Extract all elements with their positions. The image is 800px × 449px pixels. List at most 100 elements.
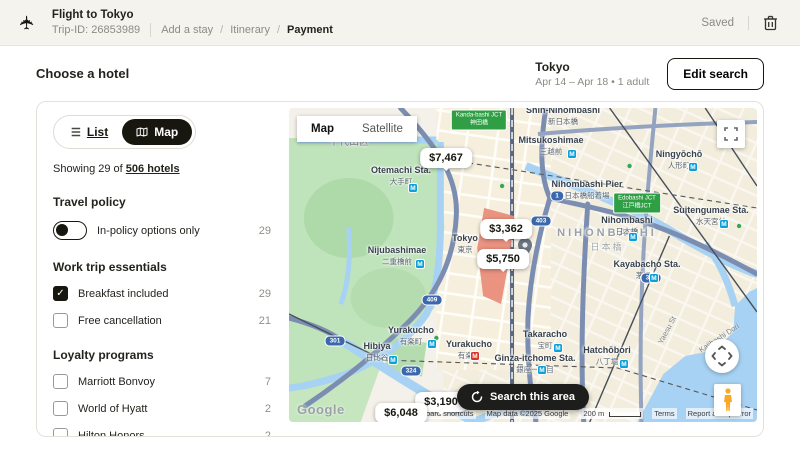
station-badge: M <box>649 273 659 283</box>
breadcrumb-item-add-a-stay[interactable]: Add a stay <box>161 24 213 36</box>
loyalty-list: Marriott Bonvoy7World of Hyatt2Hilton Ho… <box>53 374 271 437</box>
search-summary: Tokyo Apr 14 – Apr 18 • 1 adult <box>535 60 649 88</box>
pegman-icon <box>722 388 734 412</box>
map-type-satellite[interactable]: Satellite <box>348 116 417 142</box>
essentials-heading: Work trip essentials <box>53 260 271 274</box>
junction-sign-line: 江戸橋JCT <box>618 203 656 211</box>
filter-row[interactable]: World of Hyatt 2 <box>53 401 271 416</box>
price-pin[interactable]: $6,048 <box>375 403 427 422</box>
map-view-button[interactable]: Map <box>122 119 192 145</box>
filter-label: Breakfast included <box>78 288 249 300</box>
trip-meta: Flight to Tokyo Trip-ID: 26853989 Add a … <box>52 9 333 37</box>
policy-toggle[interactable] <box>53 221 87 240</box>
station-badge: M <box>427 339 437 349</box>
search-location: Tokyo <box>535 60 649 74</box>
pan-control[interactable] <box>705 339 739 373</box>
fullscreen-icon <box>724 127 738 141</box>
results-card: ☰ List Map Showing 29 of 506 hotels Trav… <box>36 101 764 437</box>
price-pin[interactable]: $7,467 <box>420 148 472 168</box>
results-count: Showing 29 of 506 hotels <box>53 163 271 175</box>
route-shield: 301 <box>325 336 346 347</box>
map-container[interactable]: Chiyoda City千代田区NIHONBASHI日本橋GINZAOtemac… <box>289 108 757 422</box>
airplane-icon: ✈ <box>18 15 37 31</box>
station-badge: M <box>628 232 638 242</box>
route-shield: 324 <box>401 366 422 377</box>
station-badge: M <box>553 343 563 353</box>
filter-row[interactable]: Hilton Honors 2 <box>53 428 271 437</box>
filter-row[interactable]: Breakfast included 29 <box>53 286 271 301</box>
trip-title: Flight to Tokyo <box>52 9 333 21</box>
station-badge: M <box>619 359 629 369</box>
essentials-list: Breakfast included 29 Free cancellation 21 <box>53 286 271 328</box>
google-logo: Google <box>297 402 345 417</box>
station-badge: M <box>415 259 425 269</box>
travel-policy-heading: Travel policy <box>53 195 271 209</box>
list-view-button[interactable]: ☰ List <box>57 119 122 145</box>
junction-sign: Kanda-bashi JCT神田橋 <box>451 110 507 131</box>
junction-sign: Edobashi JCT江戸橋JCT <box>613 193 661 214</box>
filter-row[interactable]: Marriott Bonvoy 7 <box>53 374 271 389</box>
map-type-control: Map Satellite <box>297 116 417 142</box>
map-type-map[interactable]: Map <box>297 116 348 142</box>
view-toggle: ☰ List Map <box>53 115 196 149</box>
breadcrumb-item-itinerary[interactable]: Itinerary <box>230 24 270 36</box>
breadcrumb-separator: / <box>277 24 280 36</box>
filter-count: 7 <box>265 376 271 388</box>
pegman-control[interactable] <box>714 384 741 416</box>
list-icon: ☰ <box>71 126 81 139</box>
filter-count: 29 <box>259 288 271 300</box>
filter-row[interactable]: Free cancellation 21 <box>53 313 271 328</box>
junction-sign-line: 神田橋 <box>456 120 502 128</box>
page-title: Choose a hotel <box>36 66 129 81</box>
search-this-area-button[interactable]: Search this area <box>457 384 589 410</box>
loyalty-heading: Loyalty programs <box>53 348 271 362</box>
trash-icon[interactable] <box>763 15 778 31</box>
junction-sign-line: Kanda-bashi JCT <box>456 113 502 121</box>
station-badge: M <box>470 351 480 361</box>
route-shield: 409 <box>422 295 443 306</box>
page-header: Choose a hotel Tokyo Apr 14 – Apr 18 • 1… <box>0 46 800 101</box>
hotels-count-link[interactable]: 506 hotels <box>126 163 180 175</box>
route-shield: 403 <box>531 216 552 227</box>
divider <box>150 23 151 37</box>
station-badge: M <box>537 365 547 375</box>
fullscreen-button[interactable] <box>717 120 745 148</box>
edit-search-button[interactable]: Edit search <box>667 58 764 90</box>
search-dates: Apr 14 – Apr 18 • 1 adult <box>535 76 649 88</box>
terms-link[interactable]: Terms <box>652 408 676 419</box>
checkbox-icon[interactable] <box>53 313 68 328</box>
price-pin[interactable]: $3,362 <box>480 219 532 239</box>
filters-panel: ☰ List Map Showing 29 of 506 hotels Trav… <box>37 102 289 436</box>
price-pin[interactable]: $5,750 <box>477 249 529 269</box>
checkbox-icon[interactable] <box>53 401 68 416</box>
top-bar: ✈ Flight to Tokyo Trip-ID: 26853989 Add … <box>0 0 800 46</box>
saved-status: Saved <box>701 17 734 29</box>
station-badge: M <box>408 183 418 193</box>
pan-arrows-icon <box>711 345 733 367</box>
map-scale: 200 m <box>579 408 643 419</box>
checkbox-icon[interactable] <box>53 428 68 437</box>
station-badge: M <box>388 355 398 365</box>
divider <box>748 16 749 30</box>
refresh-icon <box>471 391 483 403</box>
filter-label: World of Hyatt <box>78 403 255 415</box>
filter-count: 21 <box>259 315 271 327</box>
trip-id: Trip-ID: 26853989 <box>52 24 140 36</box>
filter-label: Marriott Bonvoy <box>78 376 255 388</box>
map-icon <box>136 126 148 138</box>
station-badge: M <box>567 149 577 159</box>
breadcrumb-item-payment[interactable]: Payment <box>287 24 333 36</box>
filter-count: 2 <box>265 430 271 438</box>
station-badge: M <box>688 162 698 172</box>
junction-sign-line: Edobashi JCT <box>618 196 656 204</box>
breadcrumb: Add a stay / Itinerary / Payment <box>161 24 333 36</box>
breadcrumb-separator: / <box>220 24 223 36</box>
filter-label: Hilton Honors <box>78 430 255 438</box>
checkbox-icon[interactable] <box>53 374 68 389</box>
route-shield: 1 <box>550 191 564 202</box>
filter-label: Free cancellation <box>78 315 249 327</box>
filter-count: 2 <box>265 403 271 415</box>
in-policy-toggle-row[interactable]: In-policy options only 29 <box>53 221 271 240</box>
station-badge: M <box>719 219 729 229</box>
checkbox-icon[interactable] <box>53 286 68 301</box>
